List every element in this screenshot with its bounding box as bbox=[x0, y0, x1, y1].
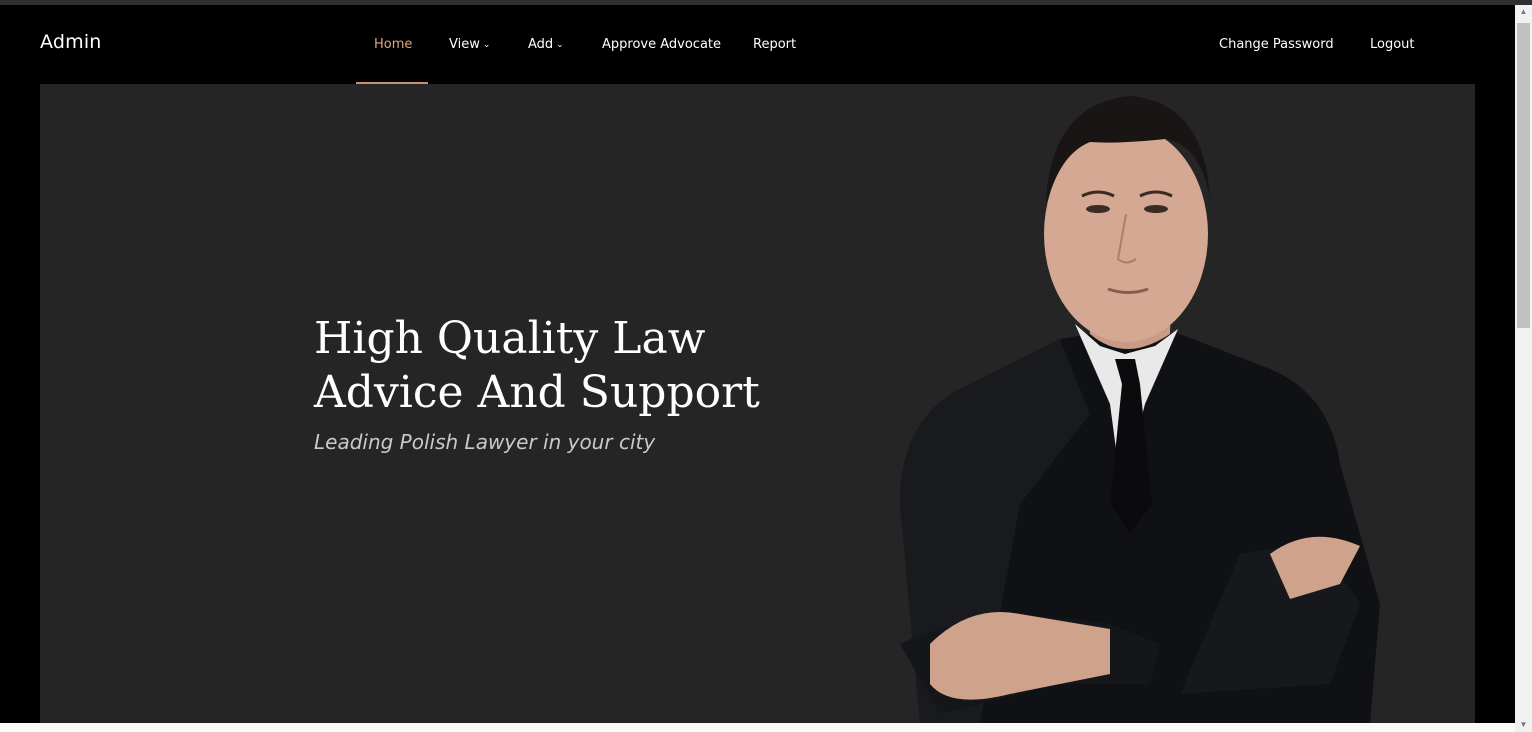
scrollbar-thumb[interactable] bbox=[1517, 23, 1530, 328]
hero-title-line1: High Quality Law bbox=[314, 313, 706, 364]
nav-home[interactable]: Home bbox=[374, 37, 412, 52]
nav-logout[interactable]: Logout bbox=[1370, 37, 1415, 52]
chevron-down-icon: ⌄ bbox=[556, 40, 564, 50]
hero-title: High Quality Law Advice And Support bbox=[314, 312, 794, 420]
hero-subtitle: Leading Polish Lawyer in your city bbox=[314, 430, 656, 454]
hero-title-line2: Advice And Support bbox=[314, 367, 760, 418]
nav-view-dropdown[interactable]: View ⌄ bbox=[449, 37, 490, 52]
page-bottom-strip bbox=[0, 723, 1515, 732]
nav-report-label: Report bbox=[753, 37, 797, 52]
nav-change-password[interactable]: Change Password bbox=[1219, 37, 1334, 52]
nav-approve-advocate-label: Approve Advocate bbox=[602, 37, 722, 52]
vertical-scrollbar[interactable]: ▲ ▼ bbox=[1515, 5, 1532, 732]
arrow-up-icon[interactable]: ▲ bbox=[1515, 5, 1532, 19]
nav-add-label: Add bbox=[528, 37, 554, 52]
nav-logout-label: Logout bbox=[1370, 37, 1415, 52]
lawyer-portrait-image bbox=[900, 96, 1380, 723]
nav-add-dropdown[interactable]: Add ⌄ bbox=[528, 37, 564, 52]
top-navbar: Admin Home View ⌄ Add ⌄ Approve Advocate R… bbox=[0, 5, 1515, 84]
chevron-down-icon: ⌄ bbox=[482, 40, 491, 50]
brand-logo[interactable]: Admin bbox=[40, 31, 102, 53]
arrow-down-icon[interactable]: ▼ bbox=[1515, 718, 1532, 732]
nav-home-label: Home bbox=[374, 37, 413, 52]
hero-banner: High Quality Law Advice And Support Lead… bbox=[40, 84, 1475, 723]
nav-report[interactable]: Report bbox=[753, 37, 796, 52]
nav-view-label: View bbox=[449, 37, 480, 52]
nav-change-password-label: Change Password bbox=[1219, 37, 1334, 52]
nav-approve-advocate[interactable]: Approve Advocate bbox=[602, 37, 721, 52]
